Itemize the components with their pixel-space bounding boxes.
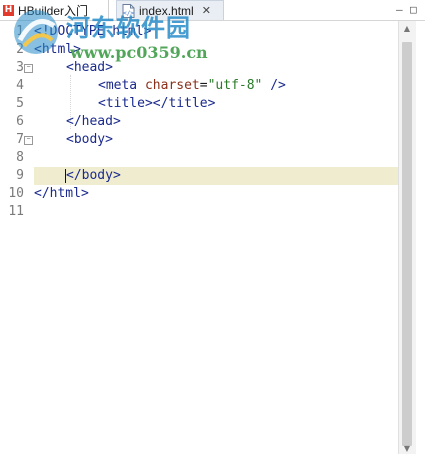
fold-collapse-icon[interactable]: − xyxy=(24,136,33,145)
line-number: 1 xyxy=(16,24,24,39)
line-number: 2 xyxy=(16,42,24,57)
scroll-down-arrow-icon[interactable]: ▼ xyxy=(403,444,411,453)
scroll-up-arrow-icon[interactable]: ▲ xyxy=(403,24,411,33)
svg-text:</>: </> xyxy=(123,10,134,17)
code-line[interactable]: <meta charset="utf-8" /> xyxy=(98,77,286,95)
close-tab-icon[interactable]: ✕ xyxy=(202,4,211,17)
line-number: 3 xyxy=(16,60,24,75)
code-line[interactable]: <head> xyxy=(66,59,113,77)
code-line[interactable]: <!DOCTYPE html> xyxy=(34,23,151,41)
hbuilder-logo-icon: H xyxy=(3,4,14,16)
code-line[interactable]: </html> xyxy=(34,185,89,203)
line-number: 11 xyxy=(8,204,24,219)
line-number: 9 xyxy=(16,168,24,183)
code-line[interactable]: <body> xyxy=(66,131,113,149)
code-line[interactable]: </body> xyxy=(65,167,121,185)
minimize-icon[interactable]: – xyxy=(396,3,403,16)
scrollbar-thumb[interactable] xyxy=(402,42,412,446)
html-file-icon: </> xyxy=(122,3,135,18)
tab-hbuilder-intro[interactable]: H HBuilder入门 xyxy=(0,0,109,20)
line-number: 10 xyxy=(8,186,24,201)
line-number: 6 xyxy=(16,114,24,129)
line-number: 8 xyxy=(16,150,24,165)
code-line[interactable]: </head> xyxy=(66,113,121,131)
maximize-icon[interactable]: □ xyxy=(410,3,417,16)
code-line[interactable]: <title></title> xyxy=(98,95,215,113)
fold-collapse-icon[interactable]: − xyxy=(24,64,33,73)
tab-label: HBuilder入门 xyxy=(18,3,89,18)
tab-index-html[interactable]: </> index.html ✕ xyxy=(116,0,224,20)
code-line[interactable]: <html> xyxy=(34,41,81,59)
line-number: 4 xyxy=(16,78,24,93)
line-number: 7 xyxy=(16,132,24,147)
code-editor[interactable]: 1 <!DOCTYPE html> 2 <html> 3 − <head> 4 … xyxy=(0,21,398,454)
tab-label: index.html xyxy=(139,3,194,18)
line-number: 5 xyxy=(16,96,24,111)
editor-tab-bar: H HBuilder入门 </> index.html ✕ – □ xyxy=(0,0,425,21)
